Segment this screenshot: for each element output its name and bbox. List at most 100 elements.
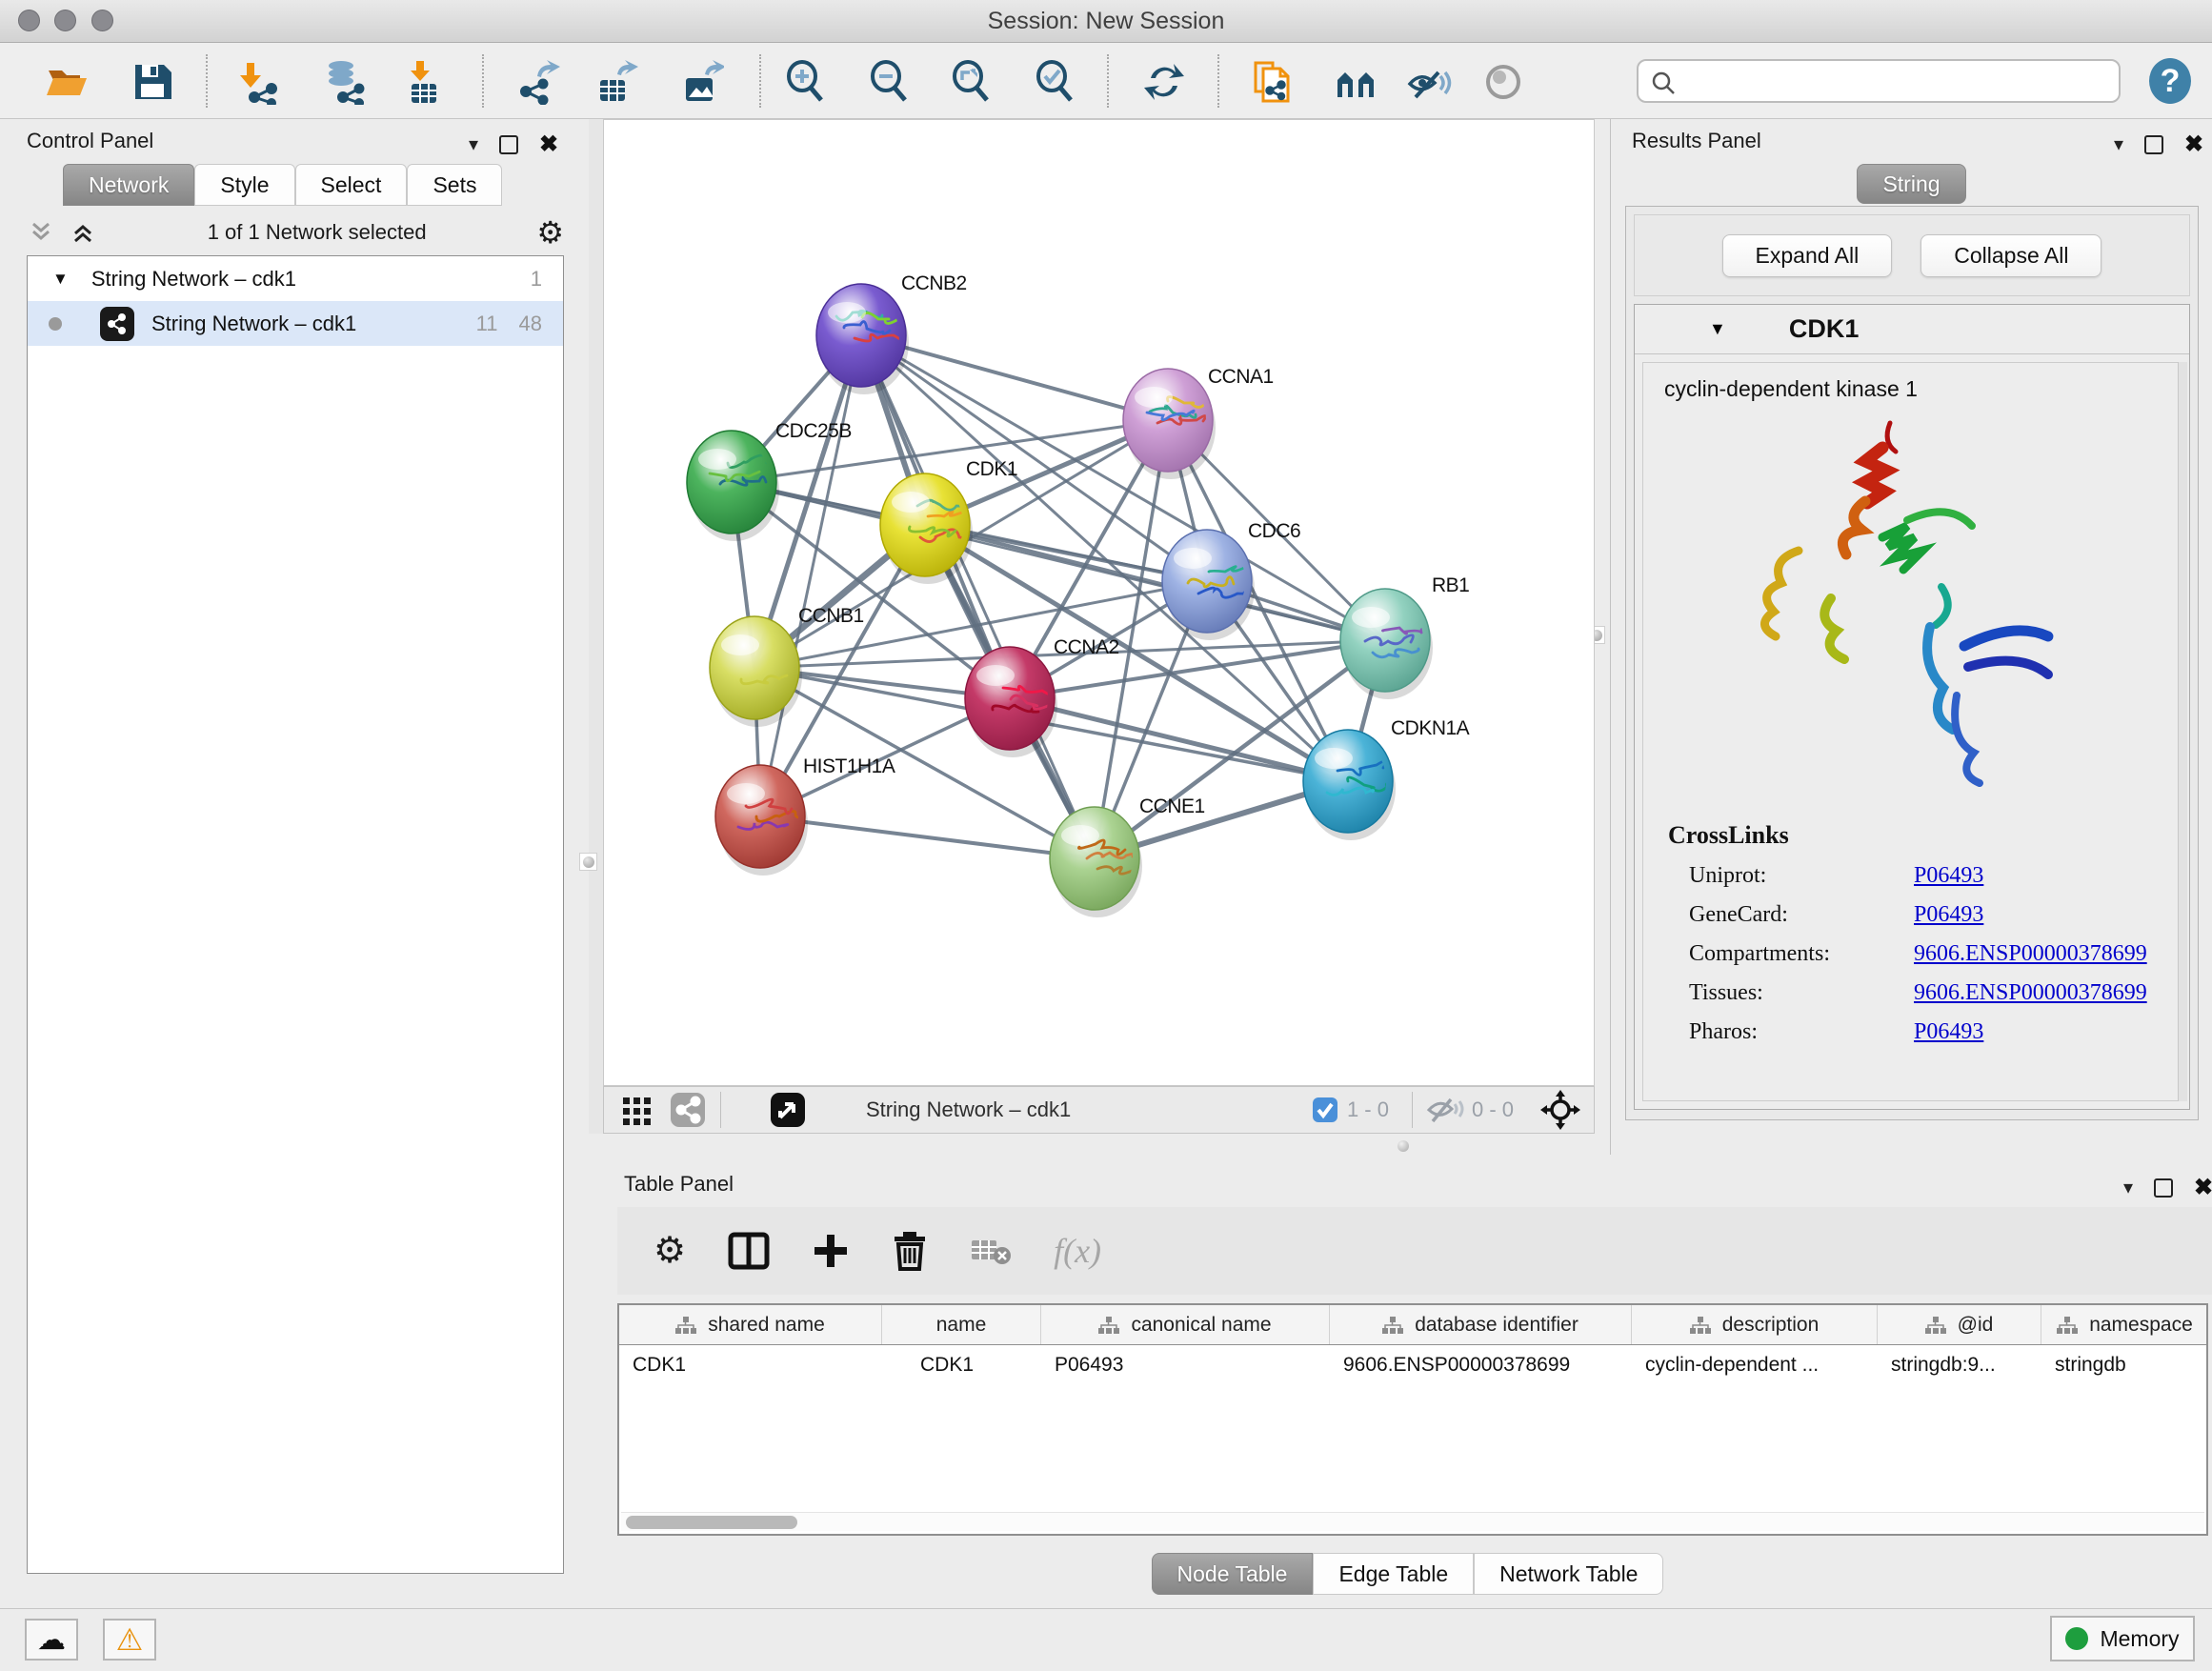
network-canvas[interactable]: CCNB2CCNA1CDC25BCDK1CDC6RB1CCNB1CCNA2CDK… (603, 119, 1595, 1086)
crosslink-link[interactable]: P06493 (1914, 902, 1983, 928)
warnings-button[interactable]: ⚠ (103, 1619, 156, 1661)
table-row[interactable]: CDK1 CDK1 P06493 9606.ENSP00000378699 cy… (619, 1345, 2206, 1385)
save-session-icon[interactable] (130, 59, 175, 105)
zoom-in-icon[interactable] (783, 59, 829, 105)
edge-CCNB2-HIST1H1A[interactable] (760, 335, 861, 816)
column-header[interactable]: canonical name (1041, 1305, 1330, 1344)
close-panel-icon[interactable]: ✖ (2194, 1174, 2212, 1201)
cell-name[interactable]: CDK1 (882, 1345, 1041, 1385)
zoom-out-icon[interactable] (867, 59, 913, 105)
node-CDKN1A[interactable]: CDKN1A (1303, 717, 1470, 840)
cell-namespace[interactable]: stringdb (2041, 1345, 2208, 1385)
section-expander-icon[interactable]: ▼ (1709, 319, 1726, 339)
selected-checkbox-icon[interactable] (1311, 1096, 1339, 1124)
network-collection-row[interactable]: ▼ String Network – cdk1 1 (28, 256, 563, 301)
crosslink-link[interactable]: 9606.ENSP00000378699 (1914, 980, 2147, 1006)
column-header[interactable]: database identifier (1330, 1305, 1632, 1344)
node-label-CDK1: CDK1 (966, 458, 1017, 480)
cell-shared-name[interactable]: CDK1 (619, 1345, 882, 1385)
import-network-database-icon[interactable] (320, 59, 366, 105)
cloud-button[interactable]: ☁ (25, 1619, 78, 1661)
export-table-icon[interactable] (593, 59, 638, 105)
edge-HIST1H1A-CCNE1[interactable] (760, 816, 1095, 858)
network-row[interactable]: String Network – cdk1 11 48 (28, 301, 563, 346)
tab-select[interactable]: Select (295, 164, 408, 206)
cell-database-identifier[interactable]: 9606.ENSP00000378699 (1330, 1345, 1632, 1385)
expand-all-button[interactable]: Expand All (1722, 234, 1893, 277)
add-column-icon[interactable] (812, 1232, 850, 1270)
tab-style[interactable]: Style (194, 164, 294, 206)
crosslink-link[interactable]: P06493 (1914, 863, 1983, 889)
crosslinks-title: CrossLinks (1668, 821, 2179, 850)
export-network-icon[interactable] (514, 59, 560, 105)
network-grid-icon[interactable] (619, 1092, 655, 1128)
collection-expander-icon[interactable]: ▼ (52, 270, 69, 289)
open-view-in-window-icon[interactable] (769, 1091, 807, 1129)
memory-button[interactable]: Memory (2050, 1616, 2195, 1661)
node-CCNE1[interactable]: CCNE1 (1050, 795, 1205, 917)
scrollbar-thumb[interactable] (626, 1516, 797, 1529)
apply-preferred-layout-icon[interactable] (1141, 59, 1187, 105)
node-RB1[interactable]: RB1 (1340, 574, 1469, 699)
float-panel-icon[interactable] (2144, 135, 2163, 154)
crosslink-label: Compartments: (1689, 941, 1914, 967)
birds-eye-view-icon[interactable] (1538, 1088, 1582, 1132)
zoom-selected-icon[interactable] (1033, 59, 1078, 105)
cell-description[interactable]: cyclin-dependent ... (1632, 1345, 1878, 1385)
tab-edge-table[interactable]: Edge Table (1313, 1553, 1474, 1595)
open-session-icon[interactable] (44, 59, 90, 105)
show-columns-icon[interactable] (728, 1232, 770, 1270)
node-HIST1H1A[interactable]: HIST1H1A (715, 755, 895, 876)
cell-canonical-name[interactable]: P06493 (1041, 1345, 1330, 1385)
tab-string[interactable]: String (1857, 164, 1965, 204)
collapse-all-button[interactable]: Collapse All (1920, 234, 2101, 277)
cell-id[interactable]: stringdb:9... (1878, 1345, 2041, 1385)
column-header[interactable]: namespace (2041, 1305, 2208, 1344)
left-splitter-handle[interactable] (579, 853, 597, 871)
network-share-view-icon[interactable] (669, 1091, 707, 1129)
import-table-file-icon[interactable] (400, 59, 446, 105)
node-CCNA1[interactable]: CCNA1 (1123, 366, 1274, 479)
column-header[interactable]: @id (1878, 1305, 2041, 1344)
tab-network-table[interactable]: Network Table (1474, 1553, 1663, 1595)
left-splitter[interactable] (589, 119, 603, 1134)
selection-mode-icon[interactable] (1480, 59, 1526, 105)
search-input[interactable] (1688, 65, 2107, 97)
network-options-gear-icon[interactable]: ⚙ (536, 217, 564, 248)
tab-sets[interactable]: Sets (407, 164, 502, 206)
node-CCNB1[interactable]: CCNB1 (710, 605, 864, 727)
new-network-from-selection-icon[interactable] (1250, 59, 1296, 105)
crosslink-link[interactable]: P06493 (1914, 1019, 1983, 1045)
close-panel-icon[interactable]: ✖ (2184, 131, 2203, 158)
results-scrollbar[interactable] (2178, 362, 2187, 1101)
expand-all-icon[interactable] (69, 218, 97, 247)
hide-graphics-details-icon[interactable] (1406, 59, 1452, 105)
float-panel-icon[interactable] (2154, 1178, 2173, 1198)
crosslink-link[interactable]: 9606.ENSP00000378699 (1914, 941, 2147, 967)
table-options-gear-icon[interactable]: ⚙ (654, 1233, 686, 1269)
zoom-fit-icon[interactable] (949, 59, 995, 105)
bottom-splitter-handle[interactable] (1398, 1140, 1409, 1152)
table-horizontal-scrollbar[interactable] (621, 1512, 2204, 1531)
network-graph: CCNB2CCNA1CDC25BCDK1CDC6RB1CCNB1CCNA2CDK… (604, 120, 1594, 1085)
show-graphics-details-icon[interactable] (1334, 59, 1379, 105)
export-image-icon[interactable] (678, 59, 724, 105)
tab-node-table[interactable]: Node Table (1152, 1553, 1314, 1595)
import-network-file-icon[interactable] (236, 59, 282, 105)
column-header[interactable]: name (882, 1305, 1041, 1344)
collapse-all-icon[interactable] (27, 218, 55, 247)
collapse-panel-icon[interactable]: ▾ (2123, 1176, 2133, 1199)
collapse-panel-icon[interactable]: ▾ (469, 132, 478, 156)
column-header[interactable]: description (1632, 1305, 1878, 1344)
edge-CCNB2-CCNE1[interactable] (861, 335, 1095, 858)
gene-section-header[interactable]: ▼ CDK1 (1635, 305, 2189, 354)
column-header[interactable]: shared name (619, 1305, 882, 1344)
delete-column-icon[interactable] (892, 1231, 928, 1271)
tab-network[interactable]: Network (63, 164, 194, 206)
node-CCNB2[interactable]: CCNB2 (816, 272, 967, 394)
close-panel-icon[interactable]: ✖ (539, 131, 558, 158)
collapse-panel-icon[interactable]: ▾ (2114, 132, 2123, 156)
float-panel-icon[interactable] (499, 135, 518, 154)
gene-description: cyclin-dependent kinase 1 (1664, 376, 2179, 402)
help-icon[interactable]: ? (2145, 56, 2195, 106)
